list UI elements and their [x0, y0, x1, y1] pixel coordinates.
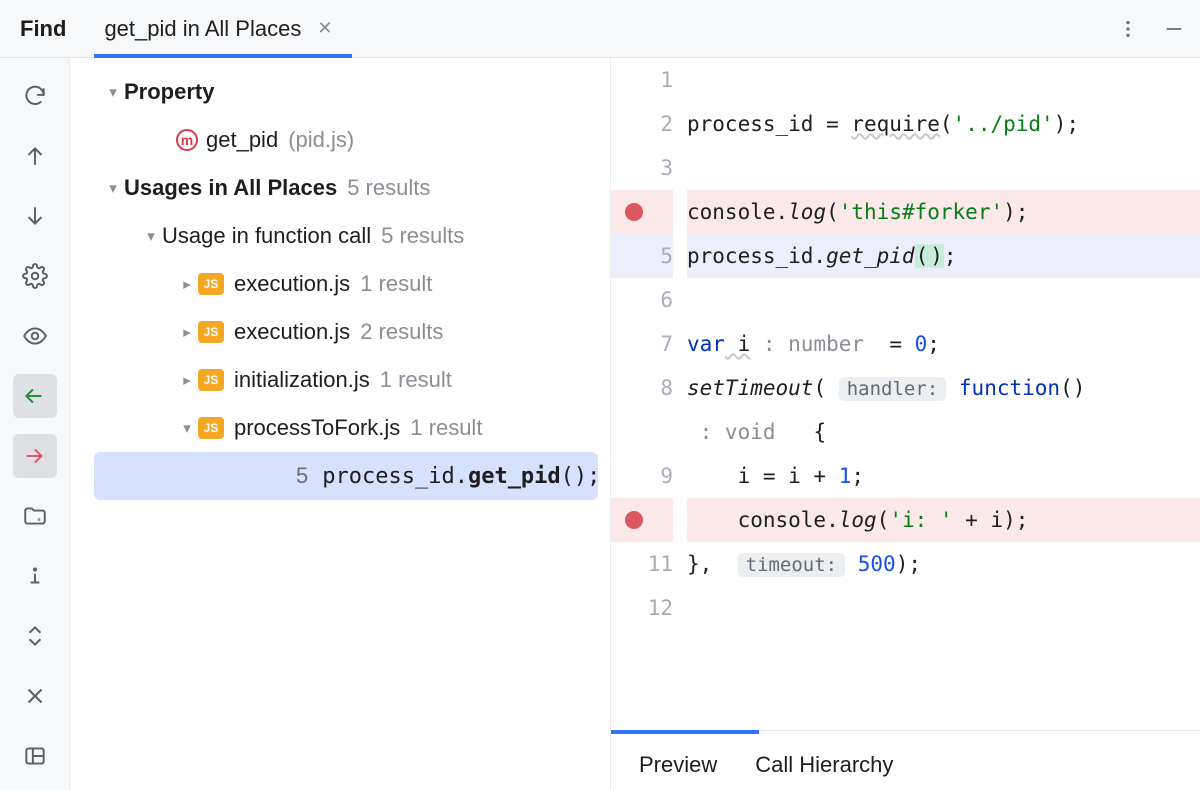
gutter-line[interactable]: [611, 410, 673, 454]
editor-bottom-tabs: Preview Call Hierarchy: [611, 730, 1200, 790]
export-icon[interactable]: [13, 374, 57, 418]
file-count: 1 result: [360, 271, 432, 297]
more-options-icon[interactable]: [1108, 9, 1148, 49]
chevron-right-icon[interactable]: ▸: [176, 275, 198, 293]
chevron-down-icon[interactable]: ▾: [140, 227, 162, 245]
layout-icon[interactable]: [13, 734, 57, 778]
tool-window-title: Find: [20, 16, 66, 42]
next-occurrence-icon[interactable]: [13, 194, 57, 238]
gutter-line[interactable]: 2: [611, 102, 673, 146]
tree-node-usages[interactable]: ▾ Usages in All Places 5 results: [70, 164, 610, 212]
file-count: 2 results: [360, 319, 443, 345]
prev-occurrence-icon[interactable]: [13, 134, 57, 178]
chevron-right-icon[interactable]: ▸: [176, 323, 198, 341]
preview-icon[interactable]: [13, 314, 57, 358]
property-name: get_pid: [206, 127, 278, 153]
file-count: 1 result: [410, 415, 482, 441]
tree-node-property[interactable]: ▾ Property: [70, 68, 610, 116]
file-name: initialization.js: [234, 367, 370, 393]
js-file-icon: JS: [198, 321, 224, 343]
find-header: Find get_pid in All Places ✕: [0, 0, 1200, 58]
usage-line-number: 5: [296, 463, 308, 489]
file-count: 1 result: [380, 367, 452, 393]
settings-icon[interactable]: [13, 254, 57, 298]
chevron-down-icon[interactable]: ▾: [176, 419, 198, 437]
js-file-icon: JS: [198, 273, 224, 295]
chevron-down-icon[interactable]: ▾: [102, 83, 124, 101]
tree-node-file[interactable]: ▸ JS execution.js 1 result: [70, 260, 610, 308]
new-folder-icon[interactable]: *: [13, 494, 57, 538]
tree-node-file[interactable]: ▸ JS initialization.js 1 result: [70, 356, 610, 404]
tree-node-file[interactable]: ▾ JS processToFork.js 1 result: [70, 404, 610, 452]
tree-node-property-item[interactable]: m get_pid (pid.js): [70, 116, 610, 164]
tree-node-file[interactable]: ▸ JS execution.js 2 results: [70, 308, 610, 356]
tab-call-hierarchy[interactable]: Call Hierarchy: [755, 752, 893, 790]
gutter-line[interactable]: 11: [611, 542, 673, 586]
gutter-line[interactable]: 6: [611, 278, 673, 322]
function-call-count: 5 results: [381, 223, 464, 249]
chevron-right-icon[interactable]: ▸: [176, 371, 198, 389]
code-editor[interactable]: 1 2 3 5 6 7 8 9 11 12 process_id = req: [611, 58, 1200, 730]
rerun-icon[interactable]: [13, 74, 57, 118]
file-name: processToFork.js: [234, 415, 400, 441]
close-icon[interactable]: ✕: [317, 18, 332, 39]
gutter-line[interactable]: 1: [611, 58, 673, 102]
gutter-line[interactable]: 12: [611, 586, 673, 630]
tree-node-function-call[interactable]: ▾ Usage in function call 5 results: [70, 212, 610, 260]
editor-gutter[interactable]: 1 2 3 5 6 7 8 9 11 12: [611, 58, 687, 730]
find-tab-label: get_pid in All Places: [104, 16, 301, 42]
gutter-line[interactable]: 9: [611, 454, 673, 498]
import-icon[interactable]: [13, 434, 57, 478]
minimize-icon[interactable]: [1154, 9, 1194, 49]
usages-tree[interactable]: ▾ Property m get_pid (pid.js) ▾ Usages i…: [70, 58, 610, 790]
js-file-icon: JS: [198, 417, 224, 439]
file-name: execution.js: [234, 271, 350, 297]
method-icon: m: [176, 129, 198, 151]
gutter-line[interactable]: [611, 498, 673, 542]
function-call-header: Usage in function call: [162, 223, 371, 249]
chevron-down-icon[interactable]: ▾: [102, 179, 124, 197]
info-icon[interactable]: [13, 554, 57, 598]
breakpoint-icon[interactable]: [625, 511, 643, 529]
breakpoint-icon[interactable]: [625, 203, 643, 221]
gutter-line[interactable]: 7: [611, 322, 673, 366]
usage-code: process_id.get_pid();: [322, 464, 600, 489]
tab-active-indicator: [611, 730, 759, 734]
usages-count: 5 results: [347, 175, 430, 201]
gutter-line[interactable]: [611, 190, 673, 234]
tab-preview[interactable]: Preview: [639, 752, 717, 790]
property-file: (pid.js): [288, 127, 354, 153]
gutter-line[interactable]: 8: [611, 366, 673, 410]
gutter-line[interactable]: 5: [611, 234, 673, 278]
find-toolbar: *: [0, 58, 70, 790]
expand-collapse-icon[interactable]: [13, 614, 57, 658]
svg-text:*: *: [37, 517, 41, 528]
usages-header: Usages in All Places: [124, 175, 337, 201]
editor-pane: 1 2 3 5 6 7 8 9 11 12 process_id = req: [610, 58, 1200, 790]
property-header: Property: [124, 79, 214, 105]
gutter-line[interactable]: 3: [611, 146, 673, 190]
tree-node-usage-selected[interactable]: 5 process_id.get_pid();: [94, 452, 598, 500]
code-content[interactable]: process_id = require('../pid'); console.…: [687, 58, 1200, 730]
js-file-icon: JS: [198, 369, 224, 391]
file-name: execution.js: [234, 319, 350, 345]
remove-icon[interactable]: [13, 674, 57, 718]
find-tab[interactable]: get_pid in All Places ✕: [104, 0, 342, 57]
